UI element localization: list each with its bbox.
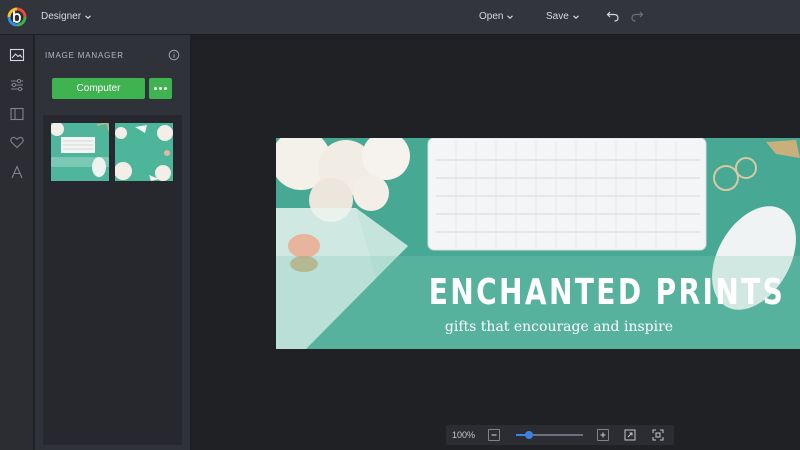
zoom-bar: 100%: [446, 425, 674, 445]
chevron-down-icon: [507, 14, 514, 19]
zoom-level-text: 100%: [452, 430, 476, 440]
plus-icon: [600, 432, 606, 438]
rail-adjust-button[interactable]: [7, 75, 27, 95]
designer-menu-label: Designer: [41, 11, 82, 22]
thumbnail-list: [43, 115, 182, 445]
image-manager-panel: IMAGE MANAGER Computer: [35, 35, 190, 450]
minus-icon: [491, 434, 497, 436]
dot: [159, 87, 162, 90]
adjust-sliders-icon: [11, 78, 23, 92]
banner-image[interactable]: ENCHANTED PRINTS gifts that encourage an…: [276, 138, 800, 349]
chevron-down-icon: [572, 14, 579, 19]
info-icon[interactable]: [168, 49, 180, 61]
app-window: Designer Open Save IMAGE MANAGER Compute…: [0, 0, 800, 450]
zoom-slider-handle[interactable]: [525, 431, 534, 439]
layout-icon: [10, 107, 24, 121]
banner-subtitle[interactable]: gifts that encourage and inspire: [402, 319, 716, 335]
redo-icon[interactable]: [630, 9, 644, 23]
thumbnail-image: [115, 123, 173, 181]
zoom-slider[interactable]: [516, 431, 583, 439]
image-thumbnail[interactable]: [51, 123, 109, 181]
rail-image-manager-button[interactable]: [7, 45, 27, 65]
open-menu[interactable]: Open: [479, 11, 514, 22]
computer-upload-button[interactable]: Computer: [52, 78, 145, 99]
rail-layout-button[interactable]: [7, 104, 27, 124]
chevron-down-icon: [85, 14, 91, 19]
zoom-out-button[interactable]: [488, 429, 500, 441]
heart-icon: [10, 136, 24, 149]
text-icon: [11, 165, 23, 179]
designer-menu[interactable]: Designer: [41, 11, 92, 22]
candle: [288, 234, 320, 258]
banner-title[interactable]: ENCHANTED PRINTS: [429, 272, 783, 313]
canvas-area: ENCHANTED PRINTS gifts that encourage an…: [190, 35, 800, 450]
open-menu-label: Open: [479, 11, 504, 22]
banner-photo: [276, 138, 800, 349]
thumbnail-image: [51, 123, 109, 181]
rail-graphics-button[interactable]: [7, 132, 27, 152]
save-menu-label: Save: [546, 11, 569, 22]
top-bar: Designer Open Save: [0, 0, 800, 35]
fit-to-screen-icon[interactable]: [624, 429, 636, 441]
dot: [154, 87, 157, 90]
dot: [164, 87, 167, 90]
befunky-logo[interactable]: [6, 6, 28, 28]
image-manager-icon: [9, 48, 25, 62]
panel-title: IMAGE MANAGER: [45, 51, 124, 60]
undo-redo-group: [606, 9, 644, 23]
save-menu[interactable]: Save: [546, 11, 580, 22]
tool-rail: [0, 35, 34, 450]
keyboard: [427, 138, 707, 251]
zoom-in-button[interactable]: [597, 429, 609, 441]
actual-size-icon[interactable]: [652, 429, 664, 441]
rail-text-button[interactable]: [7, 162, 27, 182]
undo-icon[interactable]: [606, 9, 620, 23]
image-thumbnail[interactable]: [115, 123, 173, 181]
more-sources-button[interactable]: [149, 78, 172, 99]
